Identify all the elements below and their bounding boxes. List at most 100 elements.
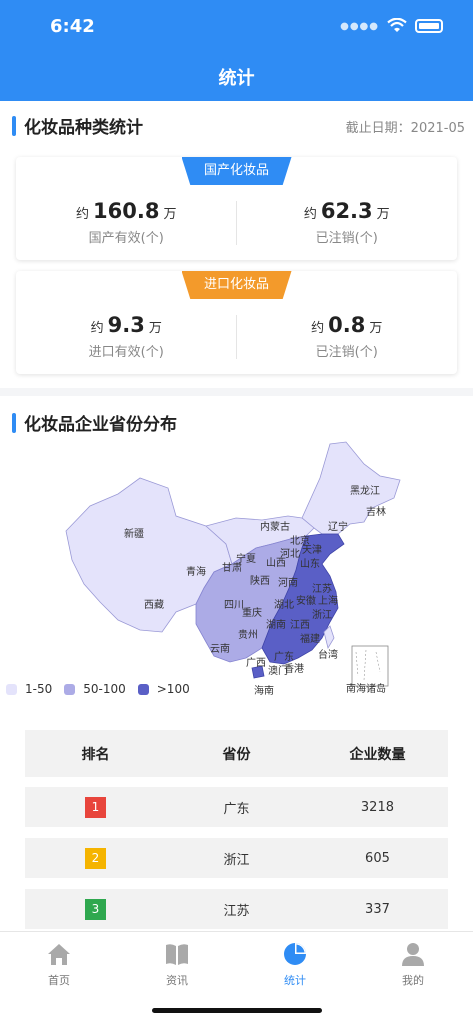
map-label: 宁夏 <box>236 552 256 565</box>
tab-profile[interactable]: 我的 <box>354 940 472 988</box>
map-label: 四川 <box>224 600 244 611</box>
header-rank: 排名 <box>81 746 110 763</box>
types-section-header: 化妆品种类统计 <box>12 113 143 138</box>
legend-label: 50-100 <box>83 682 126 696</box>
map-label: 黑龙江 <box>350 484 380 497</box>
signal-icon: ●●●● <box>340 20 379 32</box>
map-label: 贵州 <box>238 628 258 641</box>
home-indicator <box>152 1008 322 1013</box>
types-section-title: 化妆品种类统计 <box>24 118 143 138</box>
map-label: 内蒙古 <box>260 520 290 533</box>
row-count: 337 <box>365 901 390 917</box>
stat-unit: 万 <box>163 207 177 222</box>
map-label: 重庆 <box>242 606 262 619</box>
province-section-header: 化妆品企业省份分布 <box>12 410 177 435</box>
tab-label: 首页 <box>48 974 70 987</box>
map-label: 安徽 <box>296 594 316 607</box>
stat-unit: 万 <box>376 207 390 222</box>
legend-swatch <box>64 683 76 695</box>
status-icons: ●●●● <box>340 18 443 34</box>
map-label: 湖南 <box>266 618 286 631</box>
map-label: 台湾 <box>318 648 338 661</box>
stat-prefix: 约 <box>90 321 104 336</box>
tab-label: 我的 <box>402 974 424 987</box>
map-label: 广西 <box>246 657 266 669</box>
domestic-card: 国产化妆品 约 160.8 万 国产有效(个) 约 62.3 万 已注销(个) <box>16 157 457 260</box>
map-label: 湖北 <box>274 599 294 611</box>
page-title: 统计 <box>218 68 255 89</box>
table-row[interactable]: 1 广东 3218 <box>25 787 448 827</box>
pie-chart-icon <box>284 943 306 965</box>
legend-item-high[interactable]: >100 <box>137 682 190 696</box>
map-label: 陕西 <box>250 574 270 587</box>
domestic-valid-label: 国产有效(个) <box>88 231 164 246</box>
home-icon <box>48 944 70 965</box>
cutoff-date: 截止日期：2021-05 <box>345 121 465 136</box>
table-row[interactable]: 2 浙江 605 <box>25 838 448 878</box>
map-label: 辽宁 <box>328 520 348 533</box>
row-province: 浙江 <box>223 852 250 868</box>
map-label: 海南 <box>254 684 274 697</box>
map-label: 新疆 <box>124 527 144 540</box>
legend-label: 1-50 <box>25 682 53 696</box>
imported-valid-stat: 约 9.3 万 进口有效(个) <box>16 313 237 360</box>
stat-prefix: 约 <box>76 207 90 222</box>
domestic-valid-stat: 约 160.8 万 国产有效(个) <box>16 199 237 246</box>
imported-card: 进口化妆品 约 9.3 万 进口有效(个) 约 0.8 万 已注销(个) <box>16 271 457 374</box>
card-divider <box>236 201 237 245</box>
legend-item-mid[interactable]: 50-100 <box>64 682 126 696</box>
rank-badge: 3 <box>84 898 106 920</box>
domestic-valid-value: 160.8 <box>93 199 160 223</box>
map-label: 云南 <box>210 642 230 655</box>
map-label: 香港 <box>284 663 304 675</box>
map-label: 浙江 <box>312 609 332 621</box>
tab-news[interactable]: 资讯 <box>118 940 236 988</box>
top-bar: 6:42 ●●●● 统计 <box>0 0 473 101</box>
map-label: 河南 <box>278 576 298 589</box>
imported-valid-label: 进口有效(个) <box>88 345 164 360</box>
imported-tag: 进口化妆品 <box>181 271 292 299</box>
card-divider <box>236 315 237 359</box>
header-province: 省份 <box>222 746 251 763</box>
tab-label: 统计 <box>284 974 306 987</box>
stat-unit: 万 <box>369 321 383 336</box>
battery-icon <box>415 19 443 33</box>
china-province-map[interactable]: 黑龙江 吉林 辽宁 内蒙古 新疆 西藏 青海 甘肃 宁夏 北京 天津 河北 山西… <box>0 436 473 706</box>
ranking-table-header: 排名 省份 企业数量 <box>25 730 448 777</box>
table-row[interactable]: 3 江苏 337 <box>25 889 448 929</box>
map-label: 青海 <box>186 565 206 578</box>
wifi-icon <box>387 18 407 32</box>
tab-statistics[interactable]: 统计 <box>236 940 354 988</box>
legend-swatch <box>137 683 149 695</box>
domestic-cancelled-label: 已注销(个) <box>315 231 378 246</box>
stat-unit: 万 <box>148 321 162 336</box>
map-label: 山西 <box>266 557 286 569</box>
map-label: 江苏 <box>312 582 332 595</box>
tab-label: 资讯 <box>166 974 188 987</box>
province-section-title: 化妆品企业省份分布 <box>24 415 177 435</box>
row-count: 3218 <box>360 799 394 815</box>
section-accent-bar <box>12 115 16 136</box>
domestic-cancelled-value: 62.3 <box>320 199 373 223</box>
map-label: 西藏 <box>144 599 164 611</box>
legend-item-low[interactable]: 1-50 <box>6 682 52 696</box>
imported-cancelled-stat: 约 0.8 万 已注销(个) <box>237 313 458 360</box>
rank-badge: 2 <box>84 847 106 869</box>
map-label: 天津 <box>302 544 322 556</box>
status-time: 6:42 <box>50 16 95 37</box>
imported-valid-value: 9.3 <box>107 313 145 337</box>
map-label: 福建 <box>300 632 320 645</box>
rank-badge: 1 <box>84 796 106 818</box>
stat-prefix: 约 <box>303 207 317 222</box>
tab-home[interactable]: 首页 <box>0 940 118 988</box>
imported-cancelled-value: 0.8 <box>328 313 366 337</box>
map-label: 上海 <box>318 594 338 607</box>
map-label: 吉林 <box>366 505 386 518</box>
book-icon <box>166 944 188 965</box>
map-label: 山东 <box>300 557 320 570</box>
map-south-sea-inset <box>351 645 389 687</box>
domestic-tag: 国产化妆品 <box>181 157 292 185</box>
row-province: 广东 <box>223 801 250 817</box>
map-label: 广东 <box>274 650 294 663</box>
map-label: 江西 <box>290 619 310 631</box>
